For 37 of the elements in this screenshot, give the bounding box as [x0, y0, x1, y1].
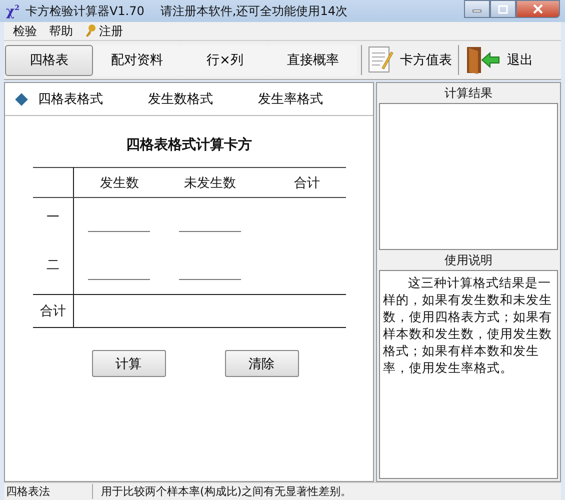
format-option[interactable]: 发生数格式 — [127, 90, 213, 108]
panel-header: 计算结果 — [444, 85, 494, 102]
tab[interactable]: 直接概率 — [269, 44, 357, 76]
form-title: 四格表格式计算卡方 — [125, 136, 253, 154]
column-header: 发生数 — [100, 176, 139, 190]
tab[interactable]: 配对资料 — [93, 44, 181, 76]
row-label: 合计 — [40, 304, 66, 319]
column-header: 未发生数 — [184, 176, 236, 190]
toolbar-button[interactable]: 退出 — [463, 45, 535, 75]
row-label: 二 — [46, 258, 60, 273]
panel-header: 使用说明 — [444, 252, 494, 269]
close-icon — [533, 4, 543, 14]
status-text: 四格表法 — [4, 484, 93, 499]
menu-item[interactable]: 帮助 — [49, 22, 73, 40]
action-button[interactable]: 清除 — [224, 350, 298, 377]
format-option[interactable]: 发生率格式 — [237, 90, 323, 108]
tab[interactable]: 行×列 — [181, 44, 269, 76]
menu-item[interactable]: 检验 — [13, 22, 37, 40]
toolbar-button[interactable]: 卡方值表 — [366, 46, 454, 74]
format-option[interactable]: 四格表格式 — [17, 90, 103, 108]
row-label: 一 — [46, 210, 60, 225]
column-header: 合计 — [294, 176, 320, 190]
maximize-icon — [498, 4, 508, 14]
key-icon — [85, 24, 97, 38]
exit-door-icon — [465, 45, 501, 75]
status-text: 用于比较两个样本率(构成比)之间有无显著性差别。 — [100, 484, 352, 499]
help-text: 这三种计算格式结果是一样的，如果有发生数和未发生数，使用四格表方式；如果有样本数和发生数，使用发生数格式；如果有样本数和发生率，使用发生率格式。 — [383, 274, 553, 376]
app-logo: χ$^{2}$ — [6, 2, 20, 20]
action-button[interactable]: 计算 — [92, 350, 166, 377]
window-title: 卡方检验计算器V1.70 — [25, 2, 144, 20]
minimize-button[interactable] — [464, 0, 490, 18]
maximize-button[interactable] — [490, 0, 516, 18]
tab[interactable]: 四格表 — [5, 44, 93, 76]
document-icon — [368, 46, 394, 74]
menu-item[interactable]: 注册 — [85, 22, 123, 40]
close-button[interactable] — [516, 0, 560, 18]
registration-notice: 请注册本软件,还可全功能使用14次 — [160, 2, 348, 20]
